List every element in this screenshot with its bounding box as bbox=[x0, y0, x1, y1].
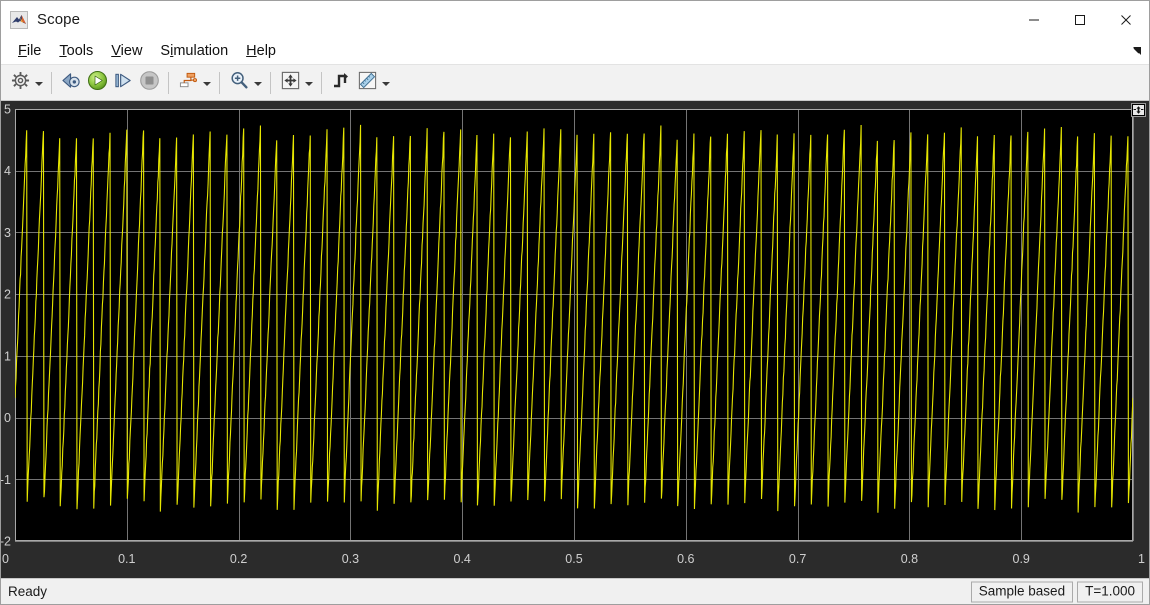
expand-plot-icon[interactable] bbox=[1131, 103, 1146, 117]
y-tick-label: 2 bbox=[4, 288, 11, 302]
scope-chart[interactable]: -2 -1 0 1 2 3 4 5 0 0.1 0.2 0.3 0.4 0.5 0.6 0.7 0.8 0.9 1 bbox=[1, 101, 1149, 578]
signal-hierarchy-icon bbox=[178, 71, 199, 95]
y-tick-label: 1 bbox=[4, 349, 11, 363]
status-cells: Sample based T=1.000 bbox=[970, 581, 1143, 602]
x-tick-label: 0.8 bbox=[901, 552, 918, 566]
scope-window: Scope File Tools View Simulation Help 2 … bbox=[0, 0, 1150, 605]
y-tick-label: 4 bbox=[4, 164, 11, 178]
x-tick-label: 0.4 bbox=[454, 552, 471, 566]
chevron-down-icon bbox=[254, 74, 262, 92]
autoscale-caret[interactable] bbox=[303, 70, 315, 96]
x-tick-label: 0.9 bbox=[1013, 552, 1030, 566]
menu-item-view-label: iew bbox=[120, 42, 143, 59]
x-tick-label: 0.6 bbox=[677, 552, 694, 566]
maximize-button[interactable] bbox=[1057, 1, 1103, 38]
signal-selection-caret[interactable] bbox=[201, 70, 213, 96]
status-bar: Ready Sample based T=1.000 bbox=[1, 578, 1149, 604]
matlab-logo-icon bbox=[10, 10, 28, 29]
y-tick-label: 3 bbox=[4, 226, 11, 240]
close-button[interactable] bbox=[1103, 1, 1149, 38]
measurements-caret[interactable] bbox=[380, 70, 392, 96]
step-forward-button[interactable] bbox=[110, 70, 136, 96]
autoscale-button[interactable] bbox=[277, 70, 303, 96]
signal-selection-button[interactable] bbox=[175, 70, 201, 96]
menu-item-tools[interactable]: Tools bbox=[50, 41, 102, 62]
step-back-button[interactable] bbox=[58, 70, 84, 96]
menu-item-help-label: elp bbox=[256, 42, 276, 59]
chevron-down-icon bbox=[382, 74, 390, 92]
ruler-icon bbox=[357, 70, 378, 96]
configuration-properties-caret[interactable] bbox=[33, 70, 45, 96]
zoom-in-caret[interactable] bbox=[252, 70, 264, 96]
toolbar bbox=[1, 65, 1149, 101]
y-tick-label: -2 bbox=[1, 535, 11, 549]
toolbar-separator bbox=[321, 71, 322, 94]
window-controls bbox=[1011, 1, 1149, 38]
toolbar-separator bbox=[219, 71, 220, 94]
zoom-in-button[interactable] bbox=[226, 70, 252, 96]
chevron-down-icon bbox=[203, 74, 211, 92]
status-message: Ready bbox=[8, 584, 48, 599]
menu-item-help[interactable]: Help bbox=[237, 41, 285, 62]
menu-overflow-arrow-icon[interactable] bbox=[1130, 44, 1144, 58]
menu-item-file-label: ile bbox=[26, 42, 42, 59]
title-bar: Scope bbox=[1, 1, 1149, 38]
configuration-properties-button[interactable] bbox=[7, 70, 33, 96]
toolbar-separator bbox=[51, 71, 52, 94]
y-tick-label: 5 bbox=[4, 103, 11, 117]
toolbar-separator bbox=[168, 71, 169, 94]
menu-item-simulation-label: mulation bbox=[173, 42, 229, 59]
x-tick-label: 0.2 bbox=[230, 552, 247, 566]
run-button[interactable] bbox=[84, 70, 110, 96]
menu-item-tools-label: ools bbox=[66, 42, 94, 59]
trigger-waveform-icon bbox=[331, 70, 351, 95]
toolbar-separator bbox=[270, 71, 271, 94]
menu-item-view[interactable]: View bbox=[102, 41, 151, 62]
chevron-down-icon bbox=[305, 74, 313, 92]
menu-bar: File Tools View Simulation Help bbox=[1, 38, 1149, 65]
menu-item-simulation[interactable]: Simulation bbox=[151, 41, 237, 62]
y-tick-label: 0 bbox=[4, 411, 11, 425]
autoscale-arrows-icon bbox=[280, 70, 301, 96]
x-tick-label: 0.5 bbox=[565, 552, 582, 566]
minimize-button[interactable] bbox=[1011, 1, 1057, 38]
trigger-button[interactable] bbox=[328, 70, 354, 96]
x-tick-label: 0.3 bbox=[342, 552, 359, 566]
zoom-in-magnifier-icon bbox=[229, 70, 249, 95]
x-tick-label: 0.1 bbox=[118, 552, 135, 566]
x-tick-label: 0 bbox=[2, 552, 9, 566]
step-forward-icon bbox=[113, 71, 134, 95]
scope-plot-area[interactable]: -2 -1 0 1 2 3 4 5 0 0.1 0.2 0.3 0.4 0.5 0.6 0.7 0.8 0.9 1 bbox=[1, 101, 1149, 578]
window-title: Scope bbox=[37, 11, 81, 28]
simulation-time-cell: T=1.000 bbox=[1077, 581, 1143, 602]
x-tick-label: 1 bbox=[1138, 552, 1145, 566]
sample-mode-cell: Sample based bbox=[970, 581, 1074, 602]
gear-icon bbox=[11, 71, 30, 95]
play-icon bbox=[87, 70, 108, 96]
step-back-icon bbox=[61, 71, 82, 95]
chevron-down-icon bbox=[35, 74, 43, 92]
menu-item-file[interactable]: File bbox=[9, 41, 50, 62]
stop-button[interactable] bbox=[136, 70, 162, 96]
measurements-button[interactable] bbox=[354, 70, 380, 96]
y-tick-label: -1 bbox=[1, 473, 11, 487]
x-tick-label: 0.7 bbox=[789, 552, 806, 566]
stop-icon bbox=[139, 70, 160, 96]
